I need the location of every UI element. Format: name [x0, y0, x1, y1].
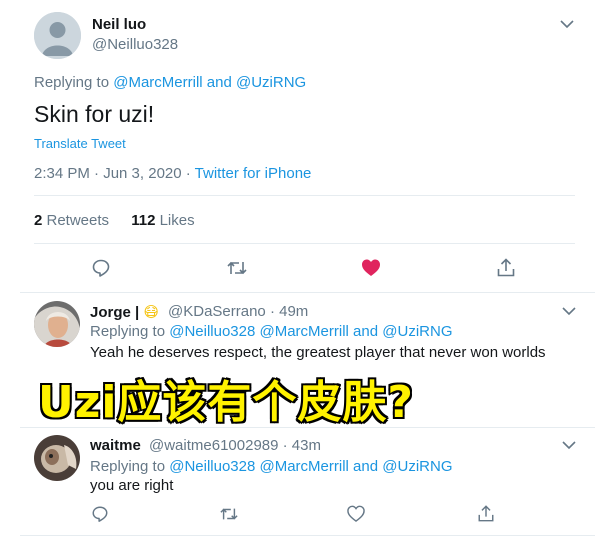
overlay-caption: Uzi应该有个皮肤?: [37, 376, 415, 430]
replying-to: Replying to @MarcMerrill and @UziRNG: [34, 74, 307, 91]
reply-avatar[interactable]: [34, 435, 80, 481]
reply-handle-time[interactable]: @KDaSerrano · 49m: [168, 303, 308, 320]
like-icon[interactable]: [347, 505, 365, 522]
translate-tweet-link[interactable]: Translate Tweet: [34, 136, 126, 151]
reply-author-name[interactable]: waitme: [90, 437, 141, 454]
divider: [34, 243, 575, 244]
mention-link[interactable]: @Neilluo328 @MarcMerrill: [169, 458, 349, 475]
retweet-icon[interactable]: [226, 258, 248, 278]
mention-link[interactable]: @UziRNG: [236, 74, 306, 91]
retweets-stat[interactable]: 2 Retweets: [34, 212, 109, 229]
reply-avatar[interactable]: [34, 301, 80, 347]
chevron-down-icon[interactable]: [562, 440, 576, 450]
divider: [20, 292, 595, 293]
share-icon[interactable]: [477, 504, 495, 523]
author-handle[interactable]: @Neilluo328: [92, 36, 178, 53]
mention-link[interactable]: @UziRNG: [382, 458, 452, 475]
reply-icon[interactable]: [91, 505, 109, 523]
divider: [34, 195, 575, 196]
chevron-down-icon[interactable]: [560, 19, 574, 29]
tweet-meta: 2:34 PM · Jun 3, 2020 · Twitter for iPho…: [34, 165, 311, 182]
divider: [20, 535, 595, 536]
reply-replying-to: Replying to @Neilluo328 @MarcMerrill and…: [90, 458, 453, 475]
chevron-down-icon[interactable]: [562, 306, 576, 316]
retweet-icon[interactable]: [219, 505, 239, 523]
reply-text: Yeah he deserves respect, the greatest p…: [90, 344, 546, 361]
mask-emoji-icon: 😷: [143, 304, 160, 321]
reply-author-name[interactable]: Jorge | 😷: [90, 303, 159, 321]
mention-link[interactable]: @MarcMerrill: [113, 74, 202, 91]
author-name[interactable]: Neil luo: [92, 16, 146, 33]
tweet-stats: 2 Retweets 112 Likes: [34, 212, 195, 229]
reply-replying-to: Replying to @Neilluo328 @MarcMerrill and…: [90, 323, 453, 340]
mention-link[interactable]: @Neilluo328 @MarcMerrill: [169, 323, 349, 340]
timestamp[interactable]: 2:34 PM · Jun 3, 2020 ·: [34, 165, 195, 182]
reply-handle-time[interactable]: @waitme61002989 · 43m: [149, 437, 321, 454]
tweet-text: Skin for uzi!: [34, 101, 155, 127]
source-link[interactable]: Twitter for iPhone: [195, 165, 312, 182]
reply-icon[interactable]: [91, 258, 111, 278]
reply-text: you are right: [90, 477, 174, 494]
likes-stat[interactable]: 112 Likes: [131, 212, 194, 229]
author-avatar[interactable]: [34, 12, 81, 59]
share-icon[interactable]: [496, 257, 516, 278]
mention-link[interactable]: @UziRNG: [382, 323, 452, 340]
like-icon[interactable]: [361, 258, 381, 277]
